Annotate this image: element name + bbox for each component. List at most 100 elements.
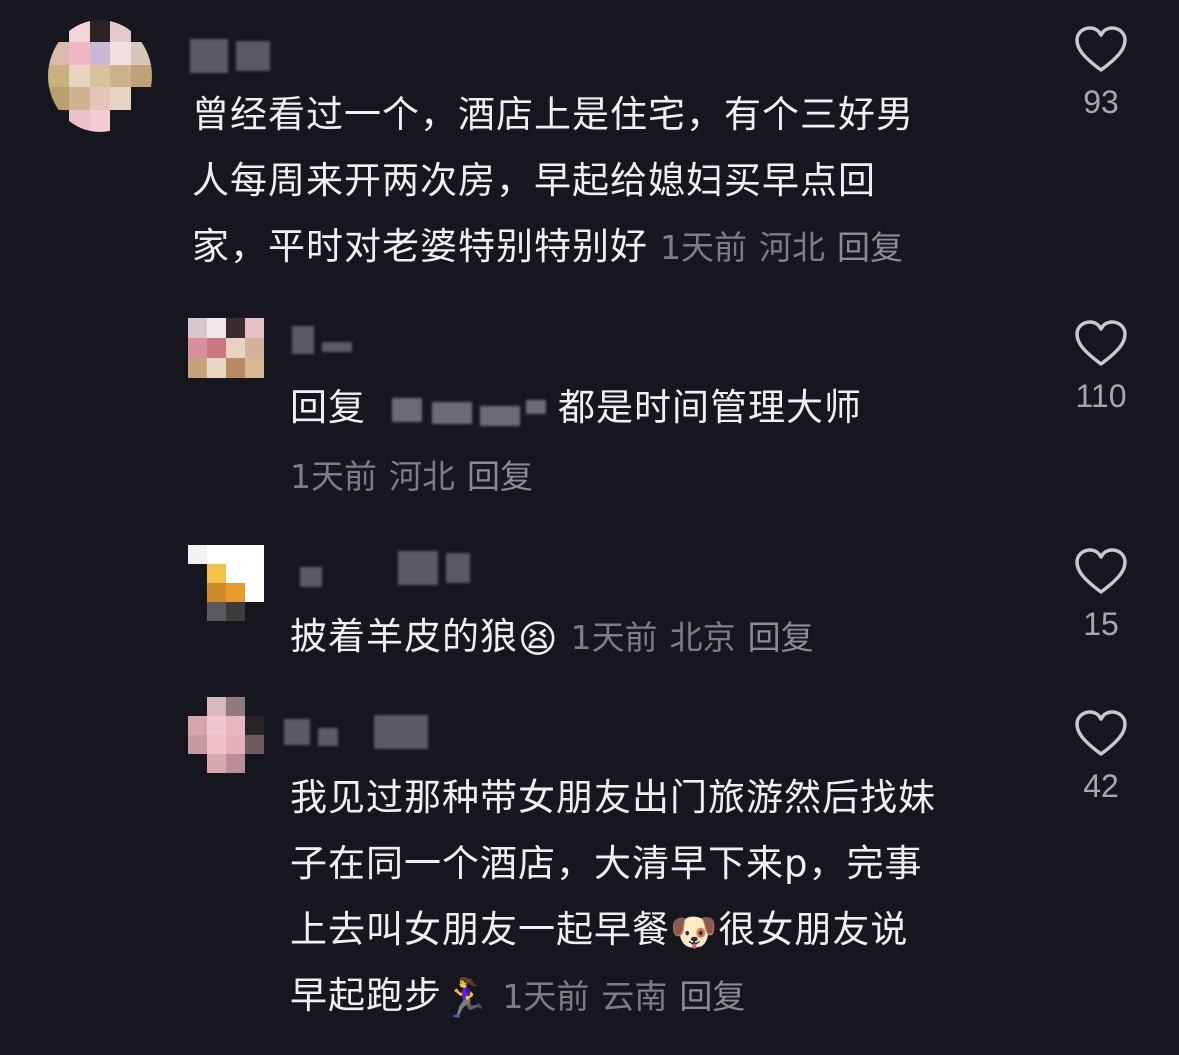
avatar-pixel <box>131 87 152 110</box>
avatar-pixel <box>226 602 245 621</box>
comment-line: 早起跑步 <box>290 974 442 1017</box>
comment-meta-line: 1天前 河北 回复 <box>290 443 533 510</box>
avatar-pixel <box>226 697 245 716</box>
comment-line: 人每周来开两次房，早起给媳妇买早点回 <box>192 159 876 202</box>
avatar-pixel <box>188 358 207 378</box>
reply-button[interactable]: 回复 <box>467 457 533 496</box>
like-button[interactable]: 93 <box>1061 26 1141 121</box>
avatar[interactable] <box>188 697 264 773</box>
like-button[interactable]: 42 <box>1061 710 1141 805</box>
avatar-pixel <box>188 318 207 338</box>
avatar-pixel <box>188 564 207 583</box>
avatar-pixel <box>245 564 264 583</box>
comment-line: 上去叫女朋友一起早餐 <box>290 908 670 951</box>
comment-time: 1天前 <box>570 618 658 657</box>
avatar-pixel <box>226 318 245 338</box>
avatar-pixel <box>226 583 245 602</box>
comment-body: 都是时间管理大师 <box>558 386 862 429</box>
comment-meta: 1天前 河北 回复 <box>660 228 903 267</box>
avatar-pixel <box>188 735 207 754</box>
username-blurred[interactable] <box>300 550 478 587</box>
heart-outline-icon <box>1075 548 1127 594</box>
avatar-pixel <box>89 87 111 110</box>
comment-location: 云南 <box>601 977 668 1016</box>
avatar-pixel <box>207 564 226 583</box>
avatar-pixel <box>110 64 132 88</box>
avatar-pixel <box>89 64 111 88</box>
like-count: 15 <box>1083 606 1119 642</box>
avatar-pixel <box>48 20 69 43</box>
username-blurred[interactable] <box>292 322 360 358</box>
avatar[interactable] <box>188 545 264 621</box>
avatar-pixel <box>110 42 132 65</box>
comment-line: 很女朋友说 <box>718 908 909 951</box>
avatar-pixel <box>207 545 226 564</box>
avatar-pixel <box>110 87 132 110</box>
comment-list: 曾经看过一个，酒店上是住宅，有个三好男 人每周来开两次房，早起给媳妇买早点回 家… <box>0 0 1179 1055</box>
avatar-pixel <box>188 545 207 564</box>
avatar-pixel <box>226 358 245 378</box>
tired-face-emoji: 😫 <box>518 616 559 661</box>
comment-meta: 1天前 云南 回复 <box>502 977 745 1016</box>
avatar-pixel <box>207 716 226 735</box>
comment-meta: 1天前 北京 回复 <box>571 618 814 657</box>
reply-button[interactable]: 回复 <box>748 618 814 657</box>
dog-face-emoji: 🐶 <box>670 909 719 954</box>
reply-target-username-blurred[interactable] <box>372 392 552 428</box>
comment-line: 家，平时对老婆特别特别好 <box>192 225 648 268</box>
avatar-pixel <box>207 318 226 338</box>
username-blurred[interactable] <box>284 714 436 750</box>
avatar-pixel <box>245 716 264 735</box>
avatar-pixel <box>245 338 264 358</box>
avatar-pixel <box>207 697 226 716</box>
comment-text: 我见过那种带女朋友出门旅游然后找妹 子在同一个酒店，大清早下来p，完事 上去叫女… <box>290 765 936 1030</box>
avatar-pixel <box>68 42 90 65</box>
avatar-pixel <box>89 109 111 132</box>
like-button[interactable]: 15 <box>1061 548 1141 643</box>
comment-line: 子在同一个酒店，大清早下来p，完事 <box>290 842 923 885</box>
comment-time: 1天前 <box>290 457 377 496</box>
avatar-pixel <box>48 87 69 110</box>
heart-outline-icon <box>1075 710 1127 756</box>
avatar-pixel <box>110 20 132 43</box>
avatar-pixel <box>245 583 264 602</box>
avatar[interactable] <box>188 318 264 378</box>
avatar-pixel <box>188 338 207 358</box>
reply-button[interactable]: 回复 <box>679 977 745 1016</box>
avatar-pixel <box>226 754 245 773</box>
avatar[interactable] <box>48 20 152 132</box>
like-count: 42 <box>1083 768 1119 804</box>
heart-outline-icon <box>1075 320 1127 366</box>
comment-time: 1天前 <box>660 228 747 267</box>
avatar-pixel <box>245 358 264 378</box>
avatar-pixel <box>207 754 226 773</box>
avatar-pixel <box>188 602 207 621</box>
avatar-pixel <box>188 583 207 602</box>
avatar-pixel <box>68 109 90 132</box>
running-woman-emoji: 🏃‍♀️ <box>442 975 491 1020</box>
avatar-pixel <box>226 545 245 564</box>
like-count: 93 <box>1083 84 1119 120</box>
avatar-pixel <box>245 318 264 338</box>
like-button[interactable]: 110 <box>1061 320 1141 415</box>
avatar-pixel <box>68 20 90 43</box>
avatar-pixel <box>131 20 152 43</box>
comment-meta: 1天前 河北 回复 <box>290 457 533 496</box>
reply-prefix: 回复 <box>290 386 366 429</box>
avatar-pixel <box>68 87 90 110</box>
avatar-pixel <box>110 109 132 132</box>
comment-line: 我见过那种带女朋友出门旅游然后找妹 <box>290 776 936 819</box>
comment-body: 披着羊皮的狼 <box>290 615 518 658</box>
comment-location: 河北 <box>759 228 825 267</box>
avatar-pixel <box>245 754 264 773</box>
comment-location: 河北 <box>389 457 455 496</box>
avatar-pixel <box>226 735 245 754</box>
avatar-pixel <box>48 64 69 88</box>
heart-outline-icon <box>1075 26 1127 72</box>
reply-button[interactable]: 回复 <box>837 228 903 267</box>
comment-text: 曾经看过一个，酒店上是住宅，有个三好男 人每周来开两次房，早起给媳妇买早点回 家… <box>192 82 914 281</box>
username-blurred[interactable] <box>190 38 278 74</box>
avatar-pixel <box>207 338 226 358</box>
avatar-pixel <box>245 602 264 621</box>
avatar-pixel <box>226 564 245 583</box>
